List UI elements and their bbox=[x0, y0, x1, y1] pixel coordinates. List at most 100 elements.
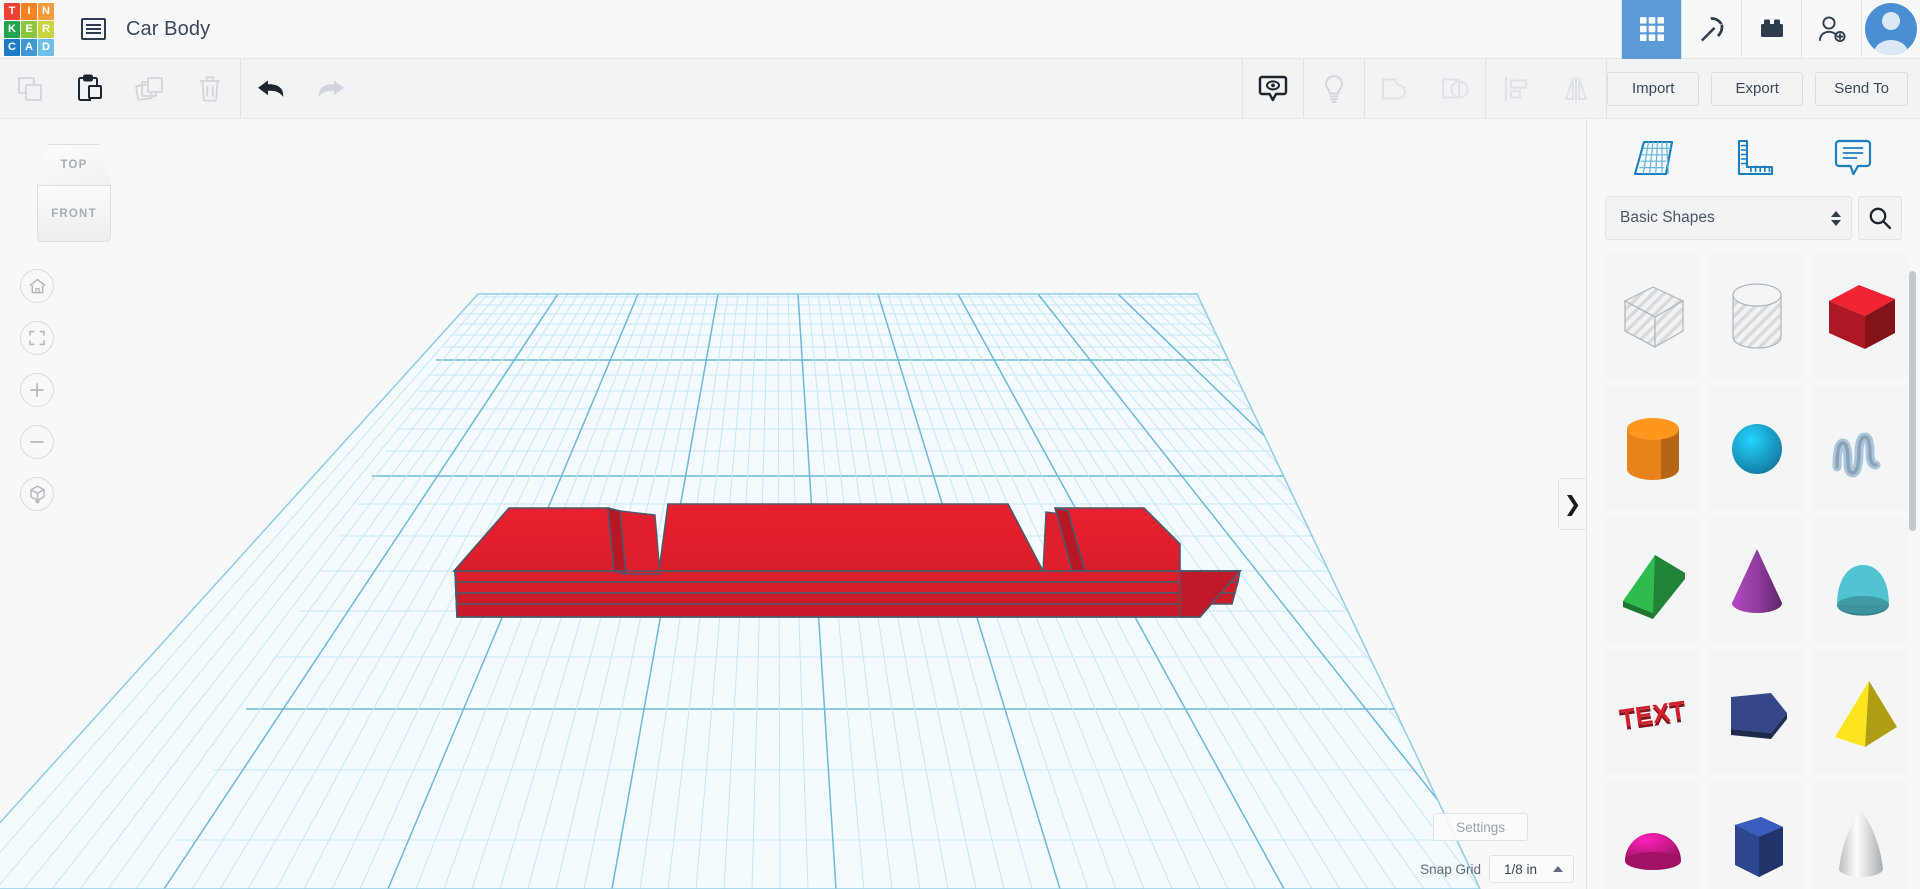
tinkercad-logo[interactable]: TINKERCAD bbox=[0, 0, 58, 59]
shape-box[interactable] bbox=[1813, 254, 1909, 378]
note-button[interactable] bbox=[1304, 59, 1364, 119]
blocks-button[interactable] bbox=[1741, 0, 1801, 59]
shape-polygon-flat-icon bbox=[1731, 693, 1787, 739]
home-view-button[interactable] bbox=[20, 269, 54, 303]
redo-arrow-icon bbox=[318, 80, 344, 97]
shape-half-sphere[interactable] bbox=[1605, 782, 1701, 889]
export-button[interactable]: Export bbox=[1711, 71, 1804, 106]
shape-pyramid[interactable] bbox=[1813, 650, 1909, 774]
stepper-arrows-icon bbox=[1831, 210, 1841, 226]
mirror-button[interactable] bbox=[1546, 59, 1606, 119]
logo-tile-d: D bbox=[38, 38, 54, 56]
grid-settings-button[interactable]: Settings bbox=[1433, 813, 1528, 841]
gallery-grid-button[interactable] bbox=[1621, 0, 1681, 59]
tab-ruler[interactable] bbox=[1722, 130, 1786, 186]
shape-category-dropdown[interactable]: Basic Shapes bbox=[1605, 196, 1852, 240]
tab-workplane[interactable] bbox=[1623, 130, 1687, 186]
history-tool-group bbox=[241, 59, 361, 119]
mirror-icon bbox=[1565, 75, 1588, 102]
show-hide-button[interactable] bbox=[1243, 59, 1303, 119]
shape-cylinder-hole[interactable] bbox=[1709, 254, 1805, 378]
copy-button[interactable] bbox=[0, 59, 60, 119]
document-menu-button[interactable] bbox=[78, 14, 108, 44]
redo-button[interactable] bbox=[301, 59, 361, 119]
shape-text-icon: TEXTTEXT bbox=[1618, 695, 1689, 737]
duplicate-button[interactable] bbox=[120, 59, 180, 119]
eye-bubble-icon bbox=[1259, 75, 1288, 101]
view-cube[interactable]: TOP FRONT bbox=[28, 144, 120, 242]
car-body-model[interactable] bbox=[452, 503, 1242, 618]
shape-sphere[interactable] bbox=[1709, 386, 1805, 510]
logo-tile-e: E bbox=[21, 20, 37, 38]
logo-tile-c: C bbox=[4, 38, 20, 56]
model-base-layers bbox=[454, 570, 1242, 618]
view-cube-front-face[interactable]: FRONT bbox=[37, 186, 111, 242]
shape-box-hole-icon bbox=[1623, 286, 1685, 349]
minecraft-button[interactable] bbox=[1681, 0, 1741, 59]
delete-button[interactable] bbox=[180, 59, 240, 119]
invite-button[interactable] bbox=[1801, 0, 1861, 59]
snap-grid-dropdown[interactable]: 1/8 in bbox=[1488, 855, 1574, 883]
shape-cone[interactable] bbox=[1709, 518, 1805, 642]
shape-half-cylinder[interactable] bbox=[1813, 518, 1909, 642]
box-ortho-icon bbox=[29, 485, 45, 504]
copy-icon bbox=[18, 76, 42, 101]
ungroup-shapes-icon bbox=[1442, 78, 1469, 98]
shape-library-grid[interactable]: TEXT TEXT bbox=[1587, 254, 1920, 889]
view-cube-top-face[interactable]: TOP bbox=[37, 144, 111, 186]
shape-polygon-prism[interactable] bbox=[1709, 782, 1805, 889]
user-avatar[interactable] bbox=[1861, 0, 1920, 59]
shape-roof-icon bbox=[1623, 555, 1685, 619]
workplane-grid-icon bbox=[1633, 140, 1673, 175]
list-menu-icon bbox=[80, 18, 106, 40]
logo-tile-a: A bbox=[21, 38, 37, 56]
panel-tab-bar bbox=[1587, 119, 1920, 196]
align-button[interactable] bbox=[1486, 59, 1546, 119]
shape-search-button[interactable] bbox=[1858, 196, 1902, 240]
fit-view-button[interactable] bbox=[20, 321, 54, 355]
shape-paraboloid[interactable] bbox=[1813, 782, 1909, 889]
view-cube-top-label: TOP bbox=[60, 159, 88, 171]
clipboard-paste-icon bbox=[78, 74, 102, 101]
send-to-button[interactable]: Send To bbox=[1815, 71, 1908, 106]
logo-tile-i: I bbox=[21, 2, 37, 20]
design-viewport[interactable]: TOP FRONT Settings Snap Grid 1/8 in bbox=[0, 119, 1586, 889]
shape-half-sphere-icon bbox=[1625, 833, 1681, 870]
view-cube-front-label: FRONT bbox=[51, 207, 97, 220]
main-toolbar: Import Export Send To bbox=[0, 58, 1920, 119]
shape-polygon-prism-icon bbox=[1735, 817, 1783, 877]
shape-paraboloid-icon bbox=[1839, 811, 1883, 877]
shape-half-cylinder-icon bbox=[1837, 565, 1889, 616]
zoom-in-button[interactable] bbox=[20, 373, 54, 407]
tab-notes[interactable] bbox=[1821, 130, 1885, 186]
paste-button[interactable] bbox=[60, 59, 120, 119]
undo-button[interactable] bbox=[241, 59, 301, 119]
shape-cylinder-icon bbox=[1627, 418, 1679, 480]
shape-text[interactable]: TEXT TEXT bbox=[1605, 650, 1701, 774]
undo-arrow-icon bbox=[258, 80, 284, 97]
shape-roof[interactable] bbox=[1605, 518, 1701, 642]
workplane-and-model bbox=[0, 293, 1481, 889]
home-icon bbox=[29, 278, 45, 294]
shape-cylinder[interactable] bbox=[1605, 386, 1701, 510]
shape-polygon-flat[interactable] bbox=[1709, 650, 1805, 774]
shape-scribble-icon bbox=[1832, 432, 1881, 478]
chevron-up-icon bbox=[1553, 866, 1563, 872]
import-button[interactable]: Import bbox=[1607, 71, 1700, 106]
lego-brick-icon bbox=[1760, 19, 1783, 37]
panel-collapse-button[interactable]: ❯ bbox=[1558, 478, 1586, 530]
viewport-nav-controls bbox=[20, 269, 54, 529]
perspective-toggle-button[interactable] bbox=[20, 477, 54, 511]
shape-box-hole[interactable] bbox=[1605, 254, 1701, 378]
shape-cone-icon bbox=[1732, 549, 1782, 613]
search-icon bbox=[1869, 207, 1892, 230]
snap-grid-value: 1/8 in bbox=[1503, 861, 1537, 877]
trash-icon bbox=[200, 75, 220, 101]
shape-panel-scrollbar[interactable] bbox=[1909, 271, 1916, 531]
group-button[interactable] bbox=[1365, 59, 1425, 119]
zoom-out-button[interactable] bbox=[20, 425, 54, 459]
fit-brackets-icon bbox=[29, 330, 45, 346]
shape-scribble[interactable] bbox=[1813, 386, 1909, 510]
shape-box-icon bbox=[1829, 285, 1895, 349]
ungroup-button[interactable] bbox=[1425, 59, 1485, 119]
